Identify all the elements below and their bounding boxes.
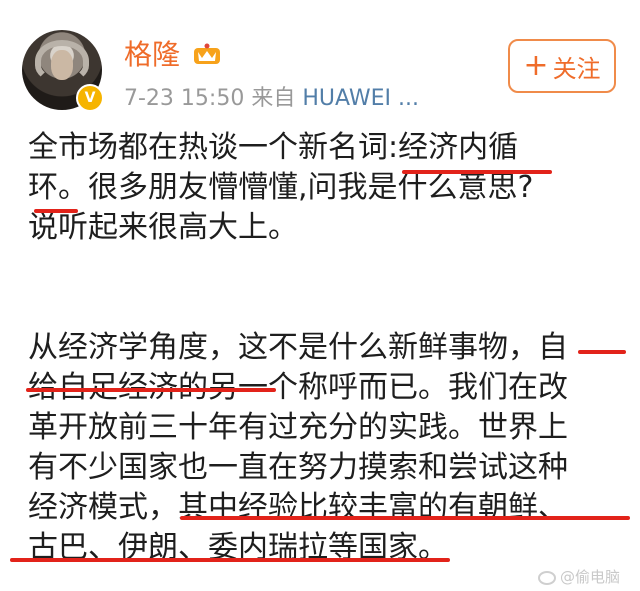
post-line: 全市场都在热谈一个新名词:经济内循 [28,130,519,165]
post-line: 革开放前三十年有过充分的实践。世界上 [28,410,568,445]
watermark-text: @偷电脑 [560,568,621,586]
underline-mark [402,170,552,174]
post-line: 说听起来很高大上。 [28,210,298,245]
underline-mark [34,209,78,213]
post-meta: 7-23 15:50 来自 HUAWEI ... [124,86,419,112]
post-line: 环。很多朋友懵懵懂,问我是什么意思? [28,170,534,205]
post-line: 古巴、伊朗、委内瑞拉等国家。 [28,530,448,565]
weibo-logo-icon [538,570,556,585]
post-line: 从经济学角度，这不是什么新鲜事物，自 [28,330,568,365]
underline-mark [578,350,626,354]
follow-button[interactable]: + 关注 [508,39,616,93]
source-link[interactable]: HUAWEI ... [302,86,419,111]
post-line: 有不少国家也一直在努力摸索和尝试这种 [28,450,568,485]
verified-badge-icon: V [76,84,104,112]
follow-label: 关注 [552,54,601,83]
username[interactable]: 格隆 [124,38,180,72]
avatar-face [51,50,73,80]
underline-mark [26,388,276,392]
post-content: 全市场都在热谈一个新名词:经济内循 环。很多朋友懵懵懂,问我是什么意思? 说听起… [28,128,628,568]
underline-mark [180,516,630,520]
source-prefix: 来自 [251,86,296,111]
post-date: 7-23 15:50 [124,86,245,111]
underline-mark [10,558,450,562]
plus-icon: + [523,48,549,83]
post-line: 经济模式，其中经验比较丰富的有朝鲜、 [28,490,568,525]
watermark: @偷电脑 [538,566,620,587]
vip-crown-icon [194,43,220,64]
